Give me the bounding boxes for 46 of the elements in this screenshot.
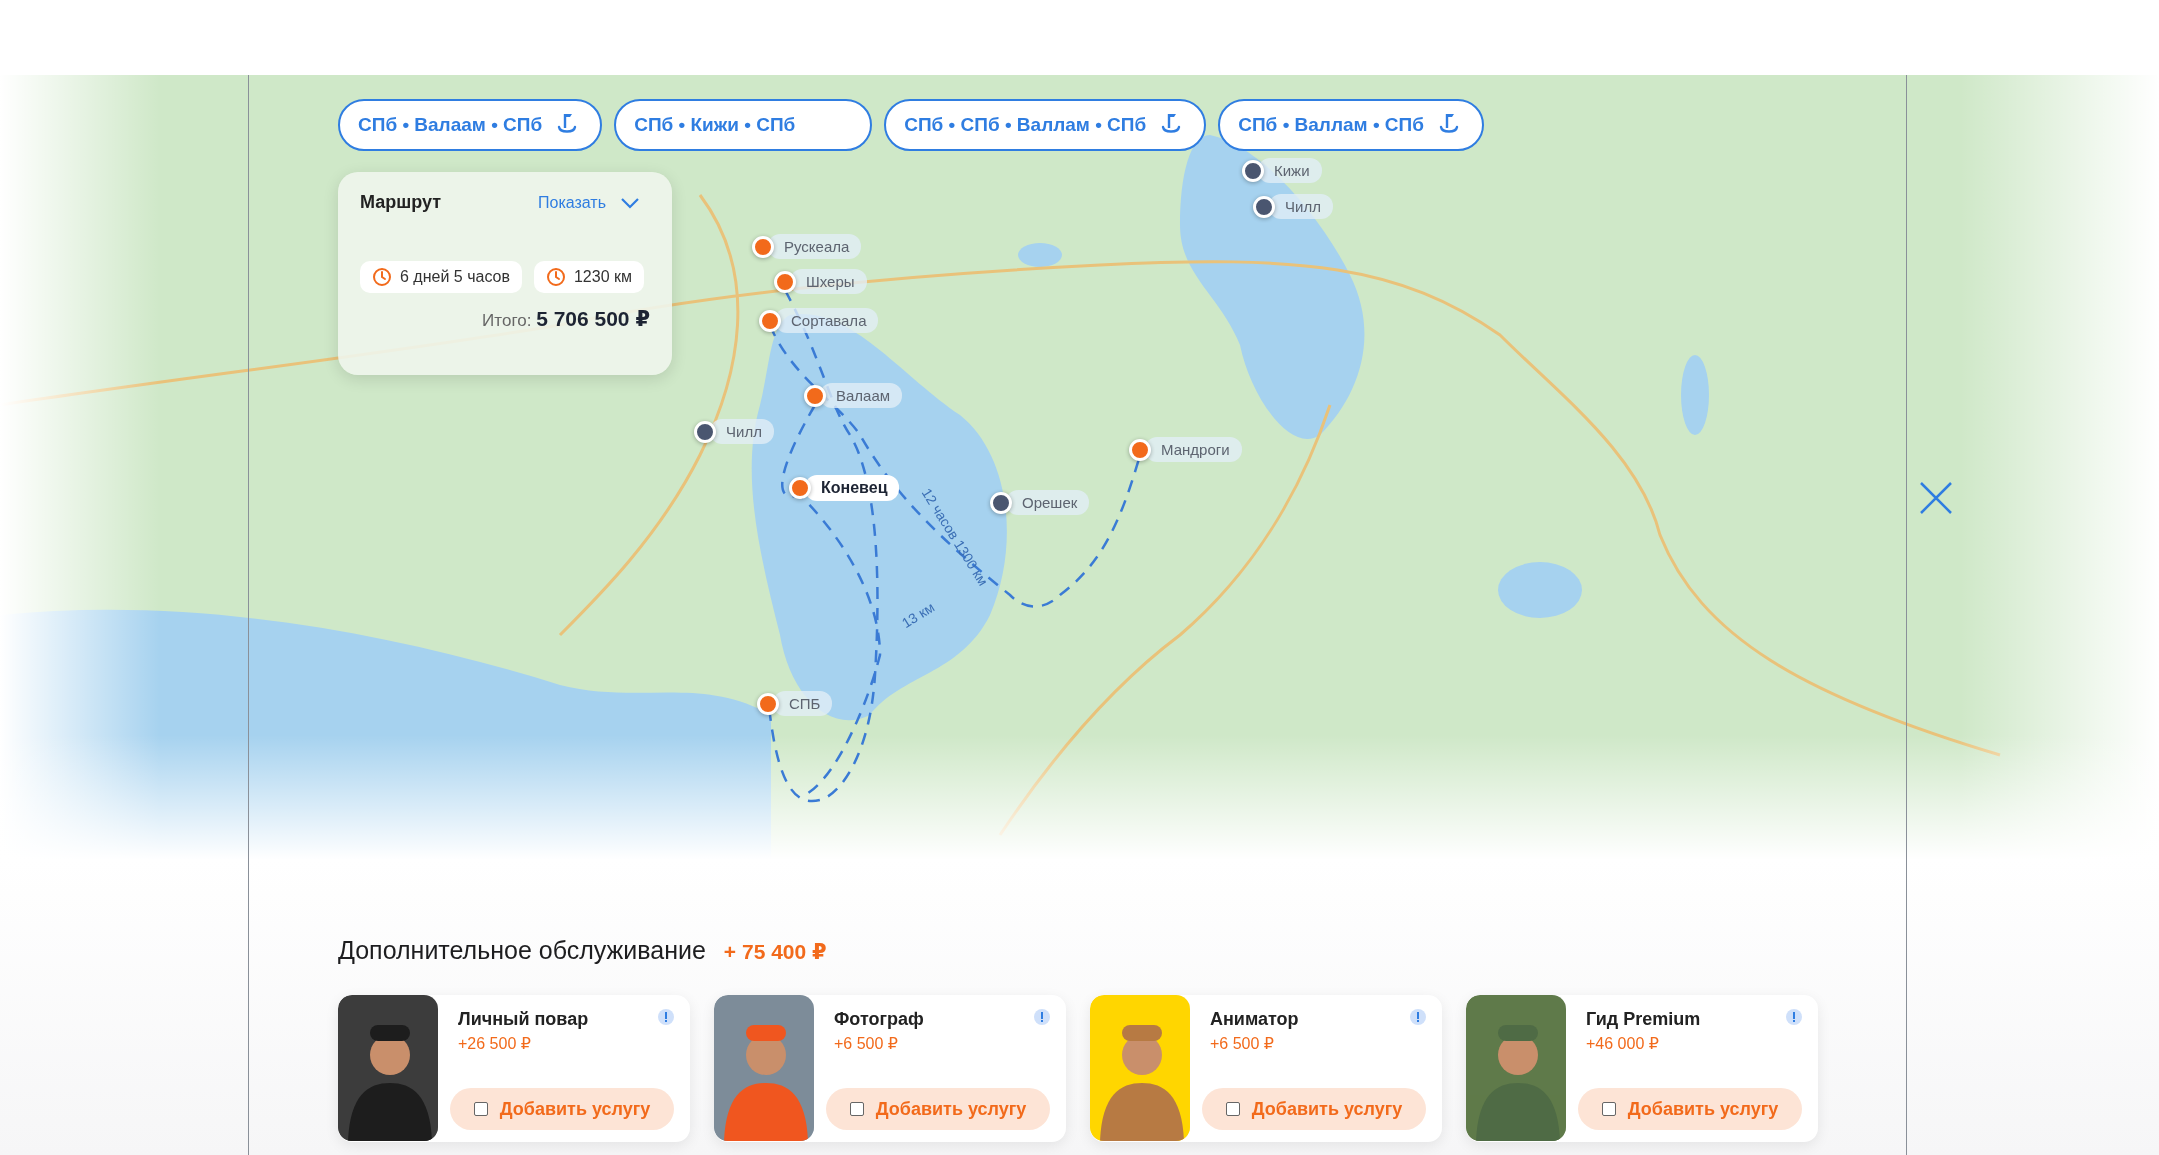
add-service-button[interactable]: Добавить услугу [1578, 1088, 1802, 1130]
pin-label[interactable]: Валаам [820, 383, 903, 408]
clock-icon [372, 267, 392, 287]
extras-total: + 75 400 ₽ [723, 940, 827, 964]
route-title: Маршрут [360, 192, 442, 213]
service-price: +26 500 ₽ [458, 1034, 532, 1053]
service-name: Аниматор [1210, 1009, 1299, 1030]
pin-label[interactable]: Чилл [710, 419, 774, 444]
distance-badge: 1230 км [533, 261, 644, 293]
checkbox[interactable] [849, 1102, 864, 1116]
service-name: Личный повар [458, 1009, 589, 1030]
pin-label[interactable]: Шхеры [790, 269, 867, 294]
info-icon[interactable] [1034, 1009, 1050, 1025]
checkbox[interactable] [473, 1102, 488, 1116]
checkbox[interactable] [1601, 1102, 1616, 1116]
total-price: 5 706 500 ₽ [536, 307, 650, 330]
route-chip[interactable]: СПб • Кижи • СПб [614, 99, 873, 151]
service-name: Фотограф [834, 1009, 924, 1030]
close-button[interactable] [1918, 480, 1954, 516]
pin-label[interactable]: Кижи [1258, 158, 1322, 183]
total-label: Итого: [482, 311, 532, 330]
service-price: +6 500 ₽ [1210, 1034, 1275, 1053]
pin-label[interactable]: Орешек [1006, 490, 1090, 515]
pin-label[interactable]: Коневец [805, 475, 900, 501]
info-icon[interactable] [1786, 1009, 1802, 1025]
add-service-button[interactable]: Добавить услугу [826, 1088, 1050, 1130]
route-chip[interactable]: СПб • Валлам • СПб [1218, 99, 1484, 151]
route-label: 13 км [898, 598, 938, 632]
chevron-down-icon [620, 196, 640, 209]
info-icon[interactable] [658, 1009, 674, 1025]
info-icon[interactable] [1410, 1009, 1426, 1025]
checkbox[interactable] [1225, 1102, 1240, 1116]
service-name: Гид Premium [1586, 1009, 1701, 1030]
pin-label[interactable]: Рускеала [768, 234, 862, 259]
service-price: +6 500 ₽ [834, 1034, 899, 1053]
service-price: +46 000 ₽ [1586, 1034, 1660, 1053]
route-chip[interactable]: СПб • Валаам • СПб [338, 99, 603, 151]
duration-badge: 6 дней 5 часов [360, 261, 522, 293]
section-title: Дополнительное обслуживание [338, 936, 706, 965]
show-toggle[interactable]: Показать [538, 193, 650, 212]
route-chip[interactable]: СПб • СПб • Валлам • СПб [884, 99, 1207, 151]
clock-icon [545, 267, 566, 287]
pin-label[interactable]: Сортавала [775, 308, 879, 333]
pin-label[interactable]: Мандроги [1145, 437, 1242, 462]
add-service-button[interactable]: Добавить услугу [450, 1088, 674, 1130]
add-service-button[interactable]: Добавить услугу [1202, 1088, 1426, 1130]
